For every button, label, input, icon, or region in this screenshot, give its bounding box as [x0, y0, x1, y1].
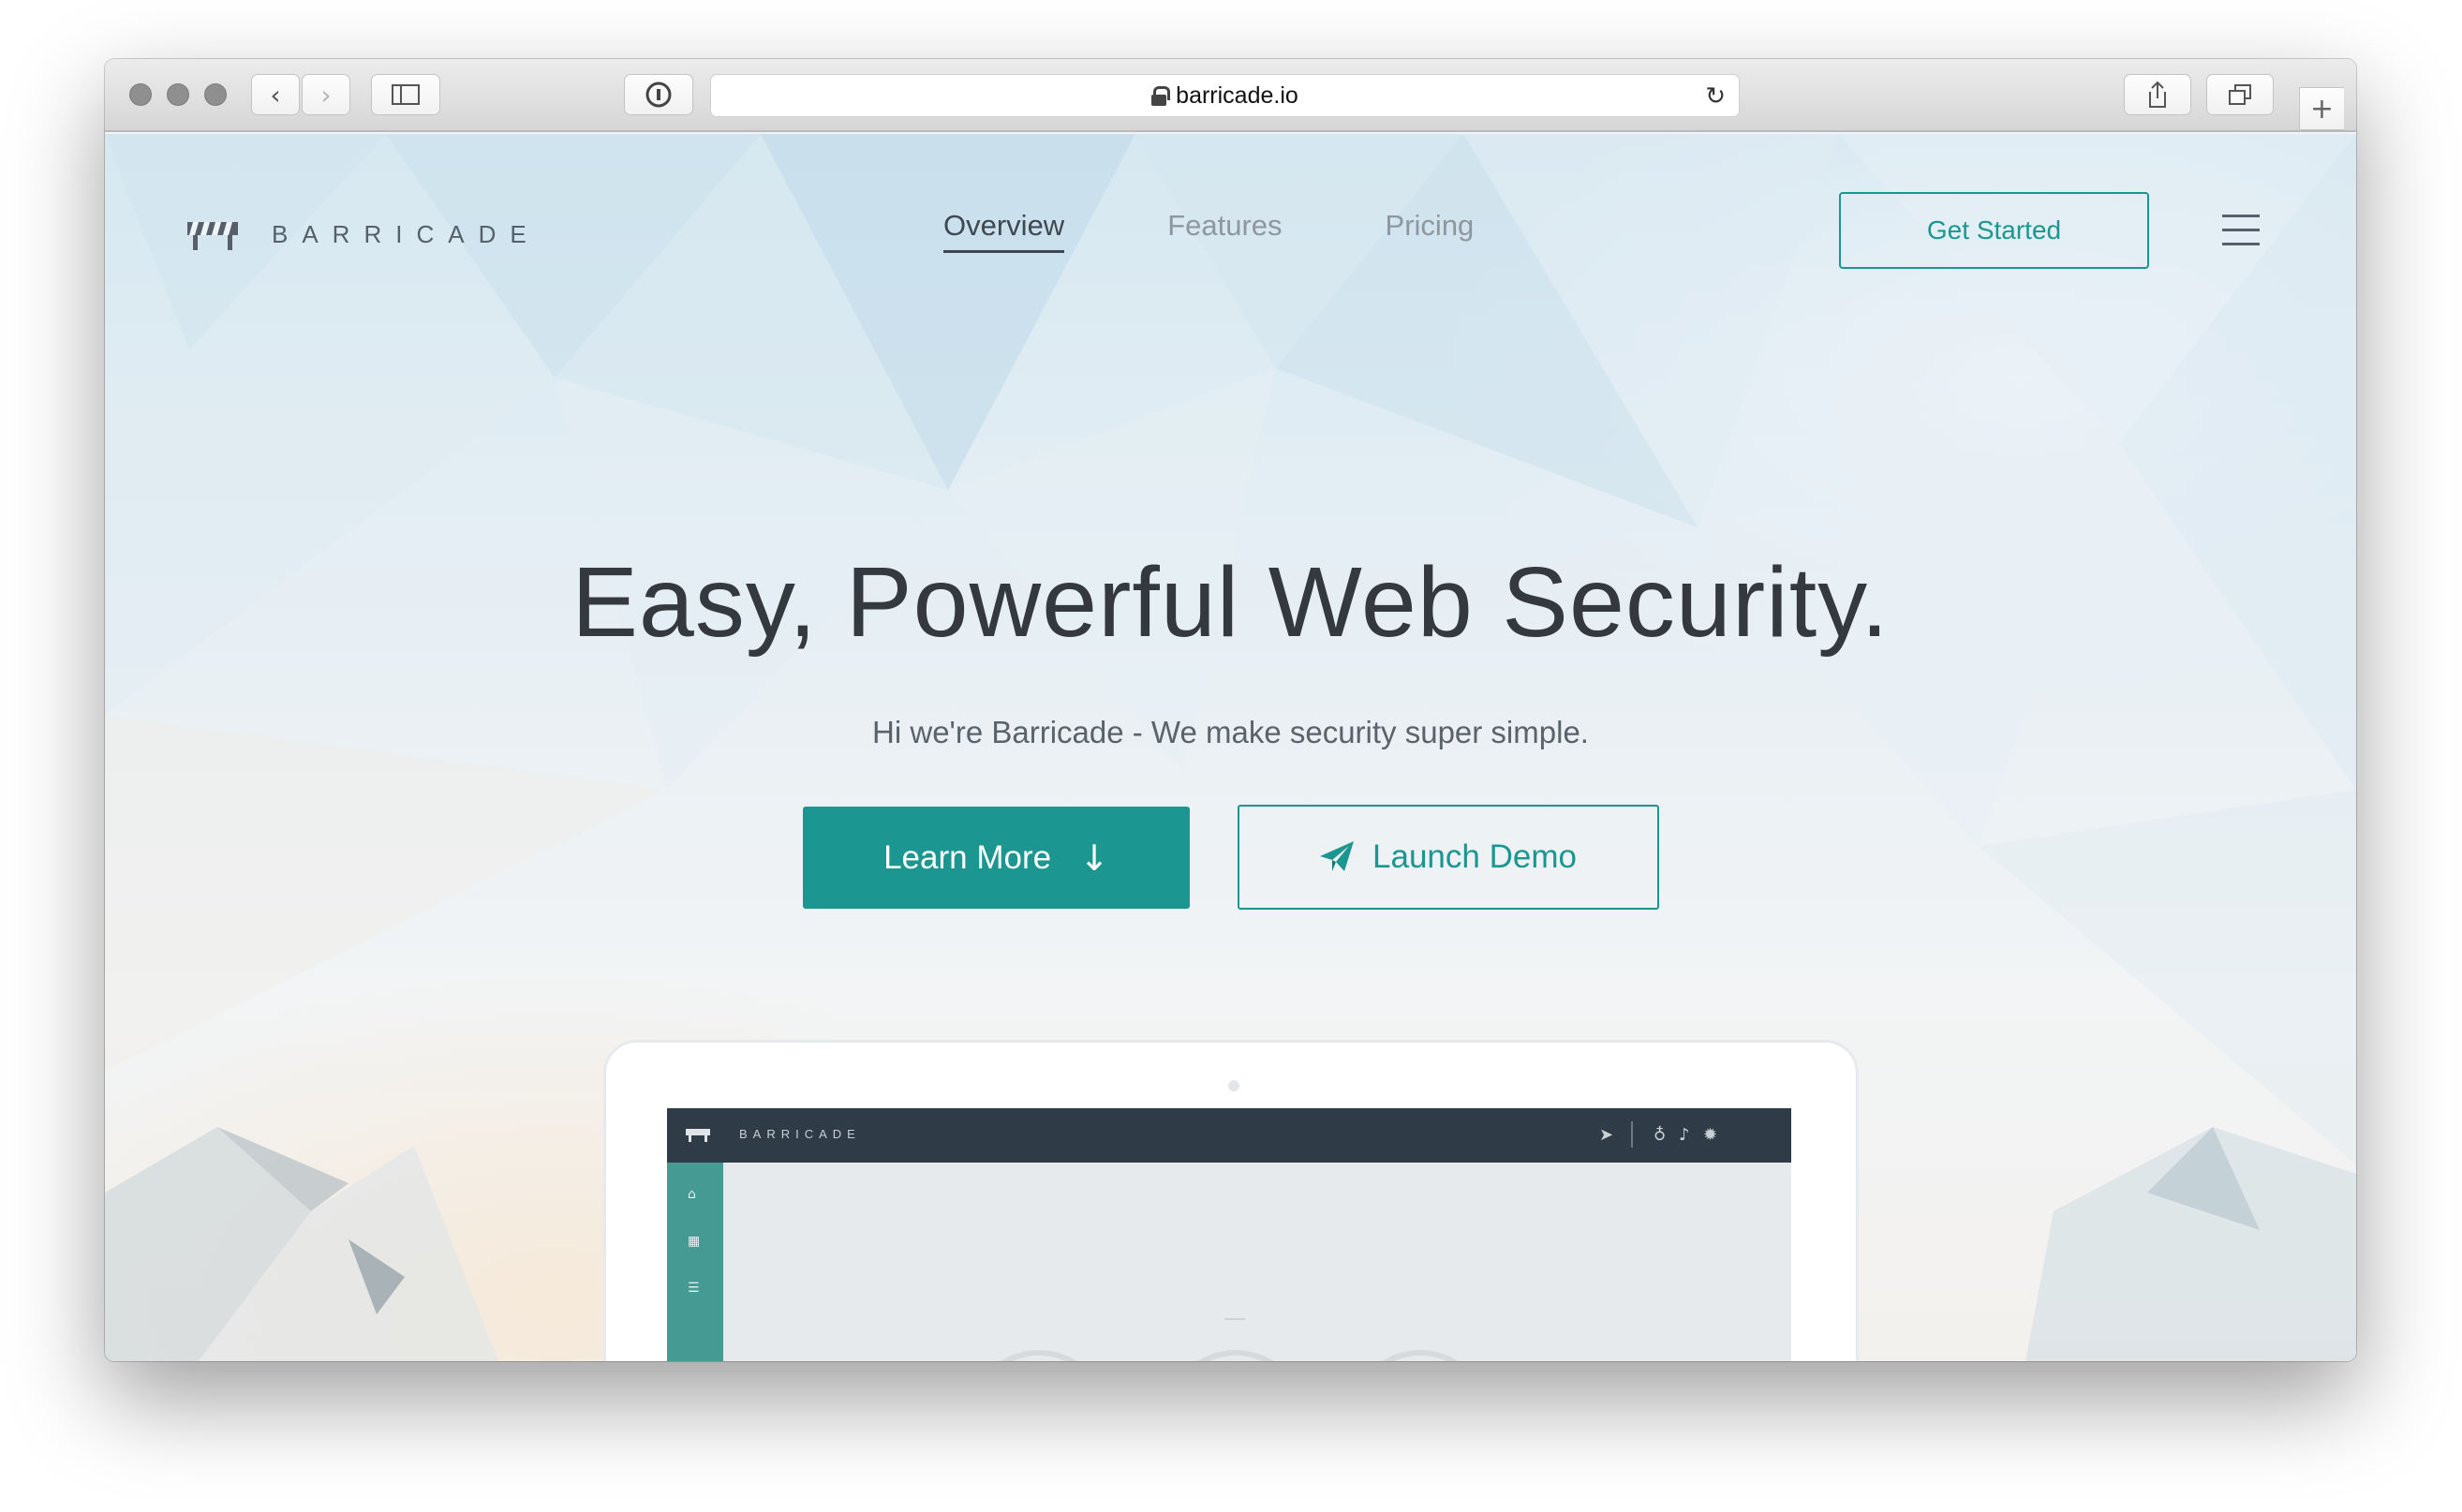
password-manager-icon — [645, 82, 672, 108]
nav-features[interactable]: Features — [1167, 209, 1282, 253]
browser-window: ‹ › barricade.io ↻ + BARRICADE Overview … — [105, 59, 2356, 1361]
lock-icon — [1151, 86, 1171, 106]
chevron-right-icon: › — [320, 79, 332, 111]
webpage: BARRICADE Overview Features Pricing Get … — [105, 134, 2356, 1361]
url-text: barricade.io — [1176, 82, 1298, 109]
app-logo-text: BARRICADE — [739, 1127, 861, 1141]
launch-demo-button[interactable]: Launch Demo — [1238, 805, 1659, 910]
share-button[interactable] — [2124, 74, 2191, 115]
threat-gauge: ⚠ 11 — [1165, 1350, 1306, 1361]
zoom-window-button[interactable] — [204, 83, 227, 106]
main-nav: Overview Features Pricing — [943, 209, 1577, 253]
barricade-logo-icon — [686, 1129, 710, 1142]
hero-title: Easy, Powerful Web Security. — [571, 547, 1890, 658]
arrow-down-icon: ↓ — [1079, 837, 1109, 879]
divider — [1224, 1318, 1245, 1320]
grid-icon: ▦ — [688, 1234, 701, 1249]
tabs-icon — [2229, 84, 2251, 105]
show-tabs-button[interactable] — [2206, 74, 2274, 115]
logo-text: BARRICADE — [272, 219, 541, 248]
divider — [1631, 1121, 1633, 1148]
bell-icon: ♪ — [1679, 1125, 1690, 1145]
barricade-logo-icon — [187, 222, 238, 250]
password-manager-button[interactable] — [624, 74, 693, 115]
app-screenshot: BARRICADE ➤ ♁ ♪ ✹ ⌂ ▦ ☰ ⚠ 37 — [667, 1108, 1791, 1361]
chevron-left-icon: ‹ — [270, 79, 281, 111]
camera-dot — [1228, 1080, 1239, 1091]
new-tab-button[interactable]: + — [2299, 87, 2344, 130]
home-icon: ⌂ — [688, 1187, 696, 1202]
back-button[interactable]: ‹ — [251, 74, 300, 115]
nav-pricing[interactable]: Pricing — [1386, 209, 1475, 253]
paper-plane-icon: ➤ — [1599, 1125, 1614, 1145]
list-icon: ☰ — [688, 1281, 700, 1296]
get-started-button[interactable]: Get Started — [1839, 192, 2149, 269]
hero-subtitle: Hi we're Barricade - We make security su… — [872, 715, 1589, 749]
app-topbar: BARRICADE ➤ ♁ ♪ ✹ — [667, 1108, 1791, 1163]
paper-plane-icon — [1320, 841, 1355, 871]
sidebar-icon — [392, 84, 420, 105]
brand-logo[interactable]: BARRICADE — [187, 218, 541, 250]
threat-gauge: ⚠ 37 — [969, 1350, 1109, 1361]
laptop-mockup: BARRICADE ➤ ♁ ♪ ✹ ⌂ ▦ ☰ ⚠ 37 — [603, 1040, 1859, 1361]
threat-gauge: ⚠ 2 — [1350, 1350, 1491, 1361]
gear-icon: ✹ — [1703, 1125, 1718, 1145]
app-sidebar: ⌂ ▦ ☰ — [667, 1163, 723, 1361]
sidebar-toggle-button[interactable] — [371, 74, 440, 115]
launch-demo-label: Launch Demo — [1372, 838, 1577, 875]
forward-button[interactable]: › — [302, 74, 350, 115]
address-bar[interactable]: barricade.io ↻ — [710, 74, 1740, 117]
hamburger-menu-icon[interactable] — [2222, 215, 2260, 246]
reload-icon[interactable]: ↻ — [1705, 82, 1726, 111]
browser-toolbar: ‹ › barricade.io ↻ + — [105, 59, 2356, 132]
nav-overview[interactable]: Overview — [943, 209, 1065, 253]
minimize-window-button[interactable] — [167, 83, 189, 106]
learn-more-button[interactable]: Learn More ↓ — [803, 807, 1190, 909]
close-window-button[interactable] — [129, 83, 152, 106]
lightbulb-icon: ♁ — [1654, 1125, 1667, 1145]
learn-more-label: Learn More — [883, 838, 1052, 876]
share-icon — [2149, 81, 2166, 108]
plus-icon: + — [2309, 92, 2335, 126]
